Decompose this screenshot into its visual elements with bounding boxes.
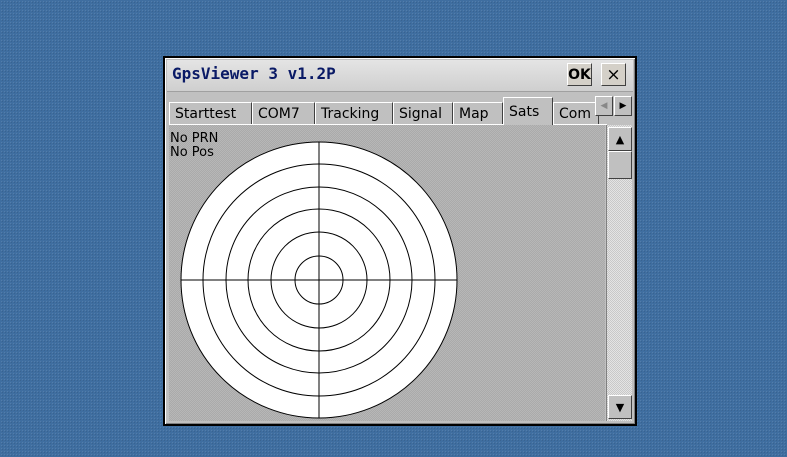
satellite-skyplot <box>180 141 458 419</box>
tab-starttest[interactable]: Starttest <box>169 102 252 124</box>
sats-panel: No PRN No Pos <box>169 125 605 421</box>
tab-com[interactable]: Com <box>553 102 599 124</box>
tab-sats[interactable]: Sats <box>503 97 553 125</box>
close-button[interactable]: × <box>601 63 626 86</box>
window-title: GpsViewer 3 v1.2P <box>172 64 336 83</box>
scroll-down-icon[interactable]: ▼ <box>608 395 632 419</box>
tab-com7[interactable]: COM7 <box>252 102 315 124</box>
scroll-up-icon[interactable]: ▲ <box>608 127 632 151</box>
tab-map[interactable]: Map <box>453 102 503 124</box>
title-bar: GpsViewer 3 v1.2P OK × <box>167 60 633 92</box>
scrollbar-thumb[interactable] <box>608 151 632 179</box>
tab-signal[interactable]: Signal <box>393 102 453 124</box>
position-status-text: No Pos <box>170 145 214 160</box>
gpsviewer-window: GpsViewer 3 v1.2P OK × Starttest COM7 Tr… <box>163 56 637 426</box>
tab-scroll-right-icon[interactable]: ▶ <box>614 96 632 116</box>
vertical-scrollbar[interactable]: ▲ ▼ <box>606 125 632 421</box>
tab-strip: Starttest COM7 Tracking Signal Map Sats … <box>169 96 609 125</box>
prn-status-text: No PRN <box>170 131 219 146</box>
ok-button[interactable]: OK <box>567 63 592 86</box>
tab-tracking[interactable]: Tracking <box>315 102 393 124</box>
tab-scroll-left-icon[interactable]: ◀ <box>595 96 613 116</box>
